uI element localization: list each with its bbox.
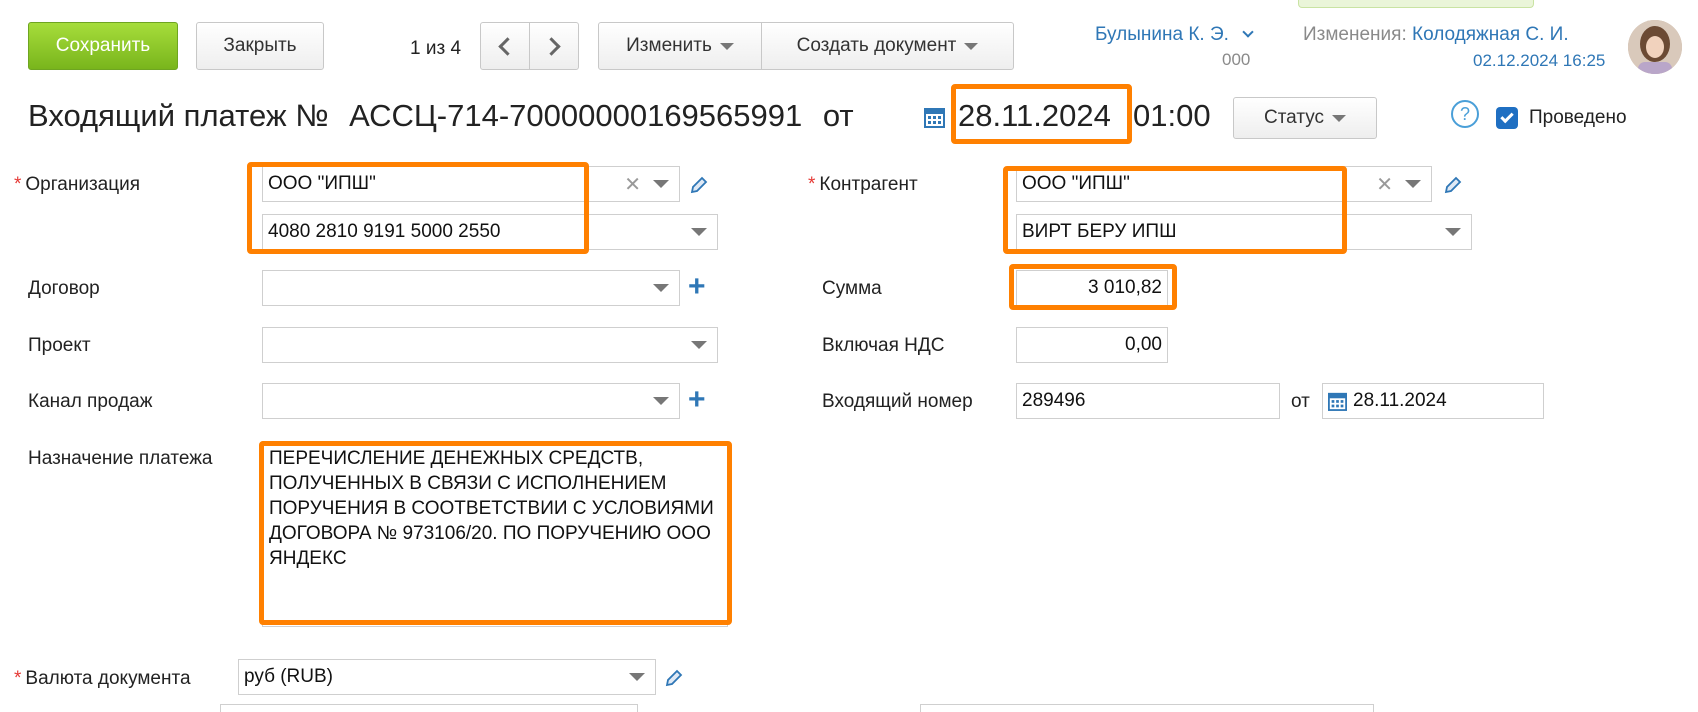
counterparty-account-field[interactable]: ВИРТ БЕРУ ИПШ — [1016, 214, 1472, 250]
changes-info: Изменения: Колодяжная С. И. — [1303, 24, 1569, 46]
dropdown-arrow-icon[interactable] — [1445, 228, 1461, 236]
incoming-number-field[interactable]: 289496 — [1016, 383, 1280, 419]
currency-label: * Валюта документа — [14, 668, 191, 690]
organization-field[interactable]: ООО "ИПШ" ✕ — [262, 166, 680, 202]
incoming-number-label: Входящий номер — [822, 391, 973, 412]
create-document-label: Создать документ — [796, 35, 957, 56]
pencil-icon[interactable] — [689, 175, 709, 195]
required-marker: * — [14, 174, 22, 195]
counterparty-field[interactable]: ООО "ИПШ" ✕ — [1016, 166, 1432, 202]
dropdown-arrow-icon — [1332, 114, 1347, 122]
avatar[interactable] — [1628, 20, 1682, 74]
create-document-button[interactable]: Создать документ — [761, 22, 1014, 70]
changes-user[interactable]: Колодяжная С. И. — [1412, 24, 1569, 45]
clear-icon[interactable]: ✕ — [1376, 172, 1393, 197]
changes-time: 02.12.2024 16:25 — [1473, 51, 1606, 70]
pager-text: 1 из 4 — [410, 38, 462, 59]
posted-checkbox[interactable] — [1496, 107, 1518, 129]
page-title-label: Входящий платеж № — [28, 98, 329, 133]
incoming-date-field[interactable]: 28.11.2024 — [1322, 383, 1544, 419]
incoming-date-from-label: от — [1291, 391, 1310, 412]
project-field[interactable] — [262, 327, 718, 363]
current-user-name: Булынина К. Э. — [1095, 24, 1229, 45]
help-icon[interactable]: ? — [1451, 100, 1479, 128]
contract-field[interactable] — [262, 270, 680, 306]
counterparty-account-value: ВИРТ БЕРУ ИПШ — [1022, 221, 1177, 242]
vat-label: Включая НДС — [822, 335, 945, 356]
vat-field[interactable]: 0,00 — [1016, 327, 1168, 363]
add-sales-channel-plus-icon[interactable]: + — [688, 385, 706, 415]
document-time[interactable]: 01:00 — [1133, 98, 1211, 134]
current-user[interactable]: Булынина К. Э. — [1095, 24, 1254, 46]
vat-value: 0,00 — [1125, 334, 1162, 355]
next-button[interactable] — [529, 22, 579, 70]
changes-label: Изменения: — [1303, 24, 1407, 45]
counterparty-label: * Контрагент — [808, 174, 918, 196]
next-row-field-left — [220, 704, 638, 712]
counterparty-label-text: Контрагент — [819, 174, 918, 195]
edit-menu-label: Изменить — [626, 35, 712, 56]
add-contract-plus-icon[interactable]: + — [688, 272, 706, 302]
purpose-label: Назначение платежа — [28, 448, 213, 469]
organization-label: * Организация — [14, 174, 140, 196]
user-menu-chevron-icon — [1242, 26, 1254, 38]
required-marker: * — [808, 174, 816, 195]
calendar-icon[interactable] — [1328, 391, 1347, 411]
counterparty-value: ООО "ИПШ" — [1022, 173, 1130, 194]
close-button[interactable]: Закрыть — [196, 22, 324, 70]
date-from-label: от — [822, 98, 854, 133]
organization-label-text: Организация — [25, 174, 140, 195]
next-row-field-right — [920, 704, 1374, 712]
check-icon — [1500, 109, 1514, 124]
dropdown-arrow-icon[interactable] — [653, 397, 669, 405]
amount-value: 3 010,82 — [1088, 277, 1162, 298]
page-title: Входящий платеж № АССЦ-714-7000000016956… — [28, 98, 854, 134]
currency-value: руб (RUB) — [244, 666, 333, 687]
sales-channel-field[interactable] — [262, 383, 680, 419]
chevron-left-icon — [498, 36, 517, 56]
notification-edge — [1298, 0, 1534, 8]
posted-label: Проведено — [1529, 107, 1627, 128]
dropdown-arrow-icon[interactable] — [691, 341, 707, 349]
chevron-right-icon — [542, 36, 561, 56]
contract-label: Договор — [28, 278, 100, 299]
currency-label-text: Валюта документа — [25, 668, 191, 689]
dropdown-arrow-icon — [719, 42, 734, 50]
dropdown-arrow-icon[interactable] — [653, 180, 669, 188]
document-number: АССЦ-714-70000000169565991 — [349, 98, 803, 133]
incoming-number-value: 289496 — [1022, 390, 1086, 411]
pencil-icon[interactable] — [664, 668, 684, 688]
organization-account-value: 4080 2810 9191 5000 2550 — [268, 221, 501, 242]
current-user-sub: 000 — [1222, 50, 1251, 69]
prev-button[interactable] — [480, 22, 530, 70]
edit-menu-button[interactable]: Изменить — [598, 22, 762, 70]
organization-value: ООО "ИПШ" — [268, 173, 376, 194]
dropdown-arrow-icon[interactable] — [691, 228, 707, 236]
dropdown-arrow-icon — [964, 42, 979, 50]
incoming-date-value: 28.11.2024 — [1353, 390, 1447, 411]
organization-account-field[interactable]: 4080 2810 9191 5000 2550 — [262, 214, 718, 250]
amount-field[interactable]: 3 010,82 — [1016, 270, 1168, 306]
calendar-icon[interactable] — [924, 106, 945, 128]
save-button[interactable]: Сохранить — [28, 22, 178, 70]
document-date[interactable]: 28.11.2024 — [958, 98, 1111, 134]
currency-field[interactable]: руб (RUB) — [238, 659, 656, 695]
clear-icon[interactable]: ✕ — [624, 172, 641, 197]
amount-label: Сумма — [822, 278, 882, 299]
pencil-icon[interactable] — [1443, 175, 1463, 195]
purpose-textarea[interactable]: ПЕРЕЧИСЛЕНИЕ ДЕНЕЖНЫХ СРЕДСТВ, ПОЛУЧЕННЫ… — [262, 441, 728, 627]
sales-channel-label: Канал продаж — [28, 391, 153, 412]
dropdown-arrow-icon[interactable] — [1405, 180, 1421, 188]
project-label: Проект — [28, 335, 91, 356]
status-label: Статус — [1263, 107, 1325, 128]
required-marker: * — [14, 668, 22, 689]
dropdown-arrow-icon[interactable] — [629, 673, 645, 681]
dropdown-arrow-icon[interactable] — [653, 284, 669, 292]
status-button[interactable]: Статус — [1233, 97, 1377, 139]
